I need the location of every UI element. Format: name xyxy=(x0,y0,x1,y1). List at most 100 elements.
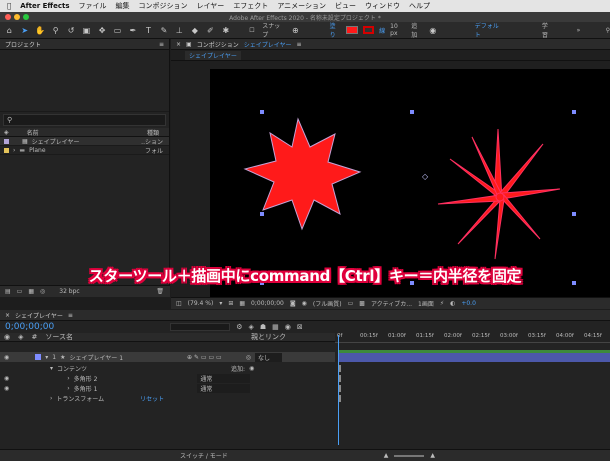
close-tab-icon[interactable]: × xyxy=(176,41,181,48)
grid-icon[interactable]: ▦ xyxy=(239,300,245,307)
stroke-label[interactable]: 線 xyxy=(379,26,385,35)
fill-color-swatch[interactable] xyxy=(346,26,358,34)
exposure-icon[interactable]: ◐ xyxy=(450,300,455,307)
visibility-eye-icon[interactable]: ◉ xyxy=(4,354,9,361)
menu-animation[interactable]: アニメーション xyxy=(277,1,326,11)
fast-preview-icon[interactable]: ⚡ xyxy=(440,300,444,307)
menu-edit[interactable]: 編集 xyxy=(116,1,130,11)
label-color-chip[interactable] xyxy=(4,147,9,153)
layer-switches-icon[interactable]: ⊕ ✎ ▭ ▭ ▭ xyxy=(187,354,222,361)
stroke-color-swatch[interactable] xyxy=(362,26,375,34)
roto-brush-tool-icon[interactable]: ✐ xyxy=(205,25,215,36)
apple-icon[interactable]:  xyxy=(7,2,11,10)
add-content-icon[interactable]: ◉ xyxy=(249,365,254,372)
close-window-icon[interactable] xyxy=(5,14,11,20)
new-folder-icon[interactable]: ▭ xyxy=(17,288,23,295)
camera-tool-icon[interactable]: ▣ xyxy=(81,25,91,36)
views-dropdown[interactable]: 1画面 xyxy=(418,299,434,308)
visibility-eye-icon[interactable]: ◉ xyxy=(4,375,9,382)
shy-layers-icon[interactable]: ☗ xyxy=(260,323,266,331)
workspace-menu-icon[interactable]: » xyxy=(577,27,581,34)
visibility-eye-icon[interactable]: ◉ xyxy=(4,385,9,392)
rectangle-tool-icon[interactable]: ▭ xyxy=(112,25,122,36)
polygon-2-row[interactable]: ◉ › 多角形 2 通常 xyxy=(0,373,335,383)
safe-area-icon[interactable]: ⊞ xyxy=(228,300,233,307)
expand-arrow-icon[interactable]: › xyxy=(13,147,15,154)
project-panel-title[interactable]: プロジェクト xyxy=(5,40,41,49)
workspace-learn[interactable]: 学習 xyxy=(542,21,553,39)
pen-tool-icon[interactable]: ✒ xyxy=(128,25,138,36)
stroke-width-value[interactable]: 10 px xyxy=(390,23,406,37)
menu-help[interactable]: ヘルプ xyxy=(409,1,430,11)
parent-column[interactable]: 親とリンク xyxy=(251,332,286,342)
current-time-indicator[interactable] xyxy=(338,335,339,445)
column-name[interactable]: 名前 xyxy=(27,128,39,137)
home-icon[interactable]: ⌂ xyxy=(4,25,14,36)
layer-row-shape-1[interactable]: ◉ ▾ 1 ★ シェイプレイヤー 1 ⊕ ✎ ▭ ▭ ▭ ◎ なし xyxy=(0,352,335,362)
bounding-handle[interactable] xyxy=(410,110,414,114)
timeline-tab[interactable]: シェイプレイヤー xyxy=(15,311,63,320)
minimize-window-icon[interactable] xyxy=(14,14,20,20)
blend-mode-dropdown[interactable]: 通常 xyxy=(197,373,251,383)
project-item-composition[interactable]: ▦ シェイプレイヤー ..ション xyxy=(0,137,169,146)
menu-effect[interactable]: エフェクト xyxy=(233,1,268,11)
snapshot-icon[interactable]: ◙ xyxy=(290,300,296,307)
expand-arrow-icon[interactable]: › xyxy=(50,395,52,402)
timeline-timecode[interactable]: 0;00;00;00 xyxy=(5,322,54,332)
composition-tab[interactable]: シェイプレイヤー xyxy=(185,50,241,60)
project-search-input[interactable]: ⚲ xyxy=(3,114,166,126)
comp-menu-icon[interactable]: ≡ xyxy=(297,41,302,48)
resolution-dropdown[interactable]: (フル画質) xyxy=(313,299,342,308)
menu-layer[interactable]: レイヤー xyxy=(197,1,225,11)
current-time[interactable]: 0;00;00;00 xyxy=(251,300,284,307)
expand-arrow-icon[interactable]: › xyxy=(67,385,69,392)
close-tab-icon[interactable]: × xyxy=(5,312,10,319)
hand-tool-icon[interactable]: ✋ xyxy=(35,25,45,36)
new-composition-icon[interactable]: ▦ xyxy=(28,288,34,295)
reset-link[interactable]: リセット xyxy=(140,394,164,403)
transparency-grid-icon[interactable]: ▩ xyxy=(359,300,365,307)
expand-arrow-icon[interactable]: › xyxy=(67,375,69,382)
add-dropdown-icon[interactable]: ◉ xyxy=(428,25,438,36)
blend-mode-dropdown[interactable]: 通常 xyxy=(197,383,251,393)
camera-dropdown[interactable]: アクティブカ... xyxy=(371,299,412,308)
zoom-in-icon[interactable]: ▲ xyxy=(430,452,435,459)
bounding-handle[interactable] xyxy=(260,110,264,114)
pickwhip-icon[interactable]: ◎ xyxy=(246,354,251,361)
column-type[interactable]: 種類 xyxy=(147,128,159,137)
brush-tool-icon[interactable]: ✎ xyxy=(159,25,169,36)
workspace-default[interactable]: デフォルト xyxy=(475,21,504,39)
menu-file[interactable]: ファイル xyxy=(79,1,107,11)
timeline-search-input[interactable] xyxy=(170,323,231,331)
bounding-handle[interactable] xyxy=(260,212,264,216)
pan-behind-tool-icon[interactable]: ✥ xyxy=(97,25,107,36)
always-preview-icon[interactable]: ◫ xyxy=(176,300,182,307)
interpret-footage-icon[interactable]: ▤ xyxy=(5,288,11,295)
source-name-column[interactable]: ソース名 xyxy=(45,332,73,342)
exposure-value[interactable]: +0.0 xyxy=(461,300,476,307)
puppet-tool-icon[interactable]: ✱ xyxy=(221,25,231,36)
menu-composition[interactable]: コンポジション xyxy=(139,1,188,11)
expand-arrow-icon[interactable]: ▾ xyxy=(50,365,53,372)
label-column-icon[interactable]: ◈ xyxy=(4,129,9,136)
time-ruler[interactable]: 0f 00:15f 01:00f 01:15f 02:00f 02:15f 03… xyxy=(335,333,610,343)
adjust-icon[interactable]: ◎ xyxy=(40,288,45,295)
snap-options-icon[interactable]: ⊕ xyxy=(290,25,300,36)
eraser-tool-icon[interactable]: ◆ xyxy=(190,25,200,36)
draft-3d-icon[interactable]: ◈ xyxy=(248,323,253,331)
bounding-handle[interactable] xyxy=(572,212,576,216)
region-of-interest-icon[interactable]: ▭ xyxy=(348,300,354,307)
zoom-level[interactable]: (79.4 %) xyxy=(188,300,214,307)
expand-arrow-icon[interactable]: ▾ xyxy=(45,354,48,361)
zoom-tool-icon[interactable]: ⚲ xyxy=(50,25,60,36)
lock-icon[interactable]: ▣ xyxy=(186,41,192,48)
selection-tool-icon[interactable]: ➤ xyxy=(19,25,29,36)
project-item-folder[interactable]: › ▬ Plane フォル xyxy=(0,146,169,155)
comp-flowchart-icon[interactable]: ⚙ xyxy=(236,323,242,331)
delete-icon[interactable]: 🗑 xyxy=(156,288,164,295)
app-menu[interactable]: After Effects xyxy=(20,2,69,10)
composition-name[interactable]: シェイプレイヤー xyxy=(244,40,292,49)
rotate-tool-icon[interactable]: ↺ xyxy=(66,25,76,36)
polygon-1-row[interactable]: ◉ › 多角形 1 通常 xyxy=(0,383,335,393)
label-color-chip[interactable] xyxy=(4,138,9,144)
